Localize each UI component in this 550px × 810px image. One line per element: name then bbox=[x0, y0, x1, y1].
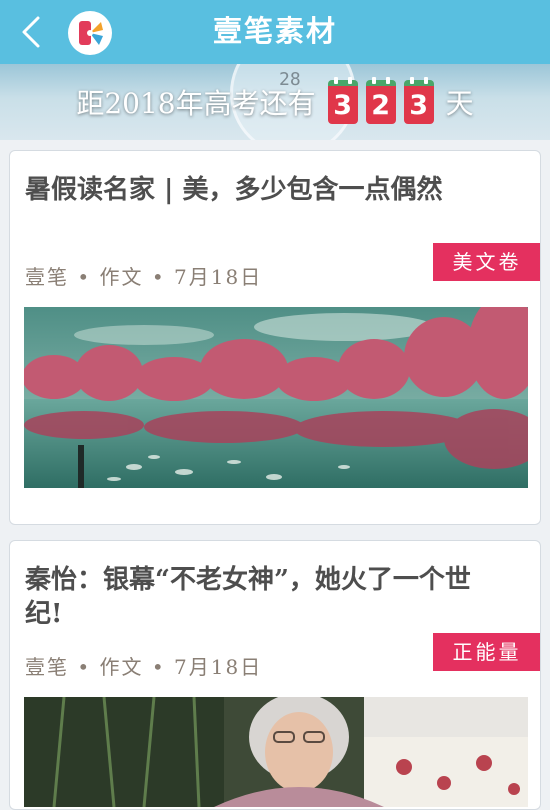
exam-countdown-banner: 28 距2018年高考还有 3 2 3 天 bbox=[0, 64, 550, 140]
countdown: 距2018年高考还有 3 2 3 天 bbox=[0, 64, 550, 140]
lake-pink-trees-image[interactable] bbox=[24, 307, 528, 488]
category-tag[interactable]: 正能量 bbox=[433, 633, 540, 671]
article-meta: 壹笔 • 作文 • 7月18日 bbox=[25, 655, 263, 679]
elderly-actress-portrait-image[interactable] bbox=[24, 697, 528, 807]
countdown-suffix: 天 bbox=[445, 87, 474, 120]
countdown-prefix: 距2018年高考还有 bbox=[76, 87, 316, 120]
article-meta: 壹笔 • 作文 • 7月18日 bbox=[25, 265, 263, 289]
app-title: 壹笔素材 bbox=[212, 14, 337, 48]
countdown-digit: 3 bbox=[327, 77, 358, 124]
top-app-bar: 壹笔素材 bbox=[0, 0, 550, 64]
countdown-digit: 2 bbox=[365, 77, 396, 124]
article-card[interactable]: 暑假读名家 | 美，多少包含一点偶然 美文卷 壹笔 • 作文 • 7月18日 bbox=[9, 150, 541, 525]
category-tag[interactable]: 美文卷 bbox=[433, 243, 540, 281]
article-card[interactable]: 秦怡：银幕“不老女神”，她火了一个世纪! 正能量 壹笔 • 作文 • 7月18日 bbox=[9, 540, 541, 810]
article-title[interactable]: 暑假读名家 | 美，多少包含一点偶然 bbox=[25, 173, 500, 207]
countdown-digit: 3 bbox=[403, 77, 434, 124]
article-title[interactable]: 秦怡：银幕“不老女神”，她火了一个世纪! bbox=[25, 563, 500, 631]
